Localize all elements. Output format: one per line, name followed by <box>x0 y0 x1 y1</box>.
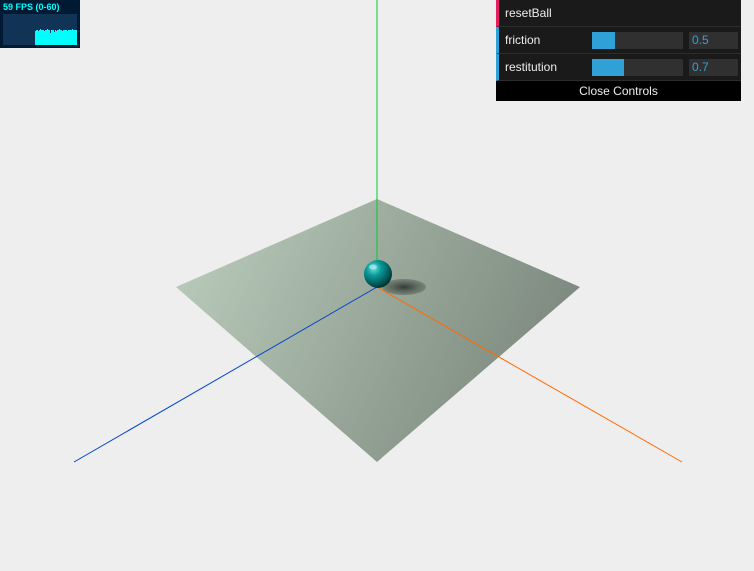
fps-graph-bar <box>48 30 49 45</box>
restitution-value-input[interactable] <box>689 59 738 76</box>
fps-graph-bar <box>36 30 37 45</box>
fps-graph-bar <box>47 29 48 45</box>
fps-graph-bar <box>35 31 36 45</box>
friction-slider-fill <box>592 32 615 49</box>
fps-graph-bar <box>52 30 53 45</box>
fps-graph-bar <box>38 31 39 45</box>
fps-graph-bar <box>41 30 42 45</box>
fps-graph-bar <box>65 30 66 45</box>
fps-graph-bar <box>57 30 58 45</box>
fps-graph-bar <box>44 31 45 45</box>
fps-stats-panel[interactable]: 59 FPS (0-60) <box>0 0 80 48</box>
controls-panel: resetBall friction restitution Close Con… <box>496 0 741 101</box>
fps-readout: 59 FPS (0-60) <box>3 2 60 12</box>
fps-graph-bar <box>72 29 73 45</box>
friction-slider[interactable] <box>592 32 683 49</box>
friction-value-input[interactable] <box>689 32 738 49</box>
fps-graph <box>3 14 77 45</box>
fps-graph-bar <box>62 31 63 45</box>
fps-graph-bar <box>68 30 69 45</box>
ball-highlight <box>369 264 377 270</box>
fps-graph-bar <box>67 31 68 45</box>
fps-graph-bar <box>76 30 77 45</box>
reset-ball-label: resetBall <box>505 6 552 20</box>
fps-graph-bar <box>69 30 70 45</box>
close-controls-button[interactable]: Close Controls <box>496 81 741 101</box>
fps-graph-bar <box>70 30 71 45</box>
fps-graph-bar <box>49 30 50 45</box>
fps-graph-bar <box>74 30 75 45</box>
friction-control: friction <box>496 27 741 54</box>
fps-graph-bar <box>42 30 43 45</box>
restitution-label: restitution <box>505 60 558 74</box>
fps-graph-bar <box>50 33 51 45</box>
fps-graph-bar <box>43 30 44 45</box>
fps-graph-bar <box>73 30 74 45</box>
fps-graph-bar <box>37 30 38 45</box>
fps-graph-bar <box>40 29 41 45</box>
friction-label: friction <box>505 33 541 47</box>
fps-graph-bar <box>59 29 60 45</box>
restitution-slider[interactable] <box>592 59 683 76</box>
fps-graph-bar <box>54 32 55 45</box>
fps-graph-bar <box>61 30 62 45</box>
fps-graph-bar <box>58 30 59 45</box>
fps-graph-bar <box>45 30 46 45</box>
fps-graph-bar <box>66 30 67 45</box>
ball <box>364 260 392 288</box>
reset-ball-button[interactable]: resetBall <box>496 0 741 27</box>
fps-graph-bar <box>51 30 52 45</box>
fps-graph-bar <box>46 30 47 45</box>
fps-graph-bar <box>55 30 56 45</box>
restitution-control: restitution <box>496 54 741 81</box>
fps-graph-bar <box>71 30 72 45</box>
restitution-slider-fill <box>592 59 624 76</box>
fps-graph-bar <box>63 30 64 45</box>
fps-graph-bar <box>39 30 40 45</box>
fps-graph-bar <box>60 30 61 45</box>
fps-graph-bar <box>56 31 57 45</box>
fps-graph-bar <box>75 30 76 45</box>
fps-graph-bar <box>53 30 54 45</box>
fps-graph-bar <box>64 30 65 45</box>
ground-plane <box>176 199 580 462</box>
